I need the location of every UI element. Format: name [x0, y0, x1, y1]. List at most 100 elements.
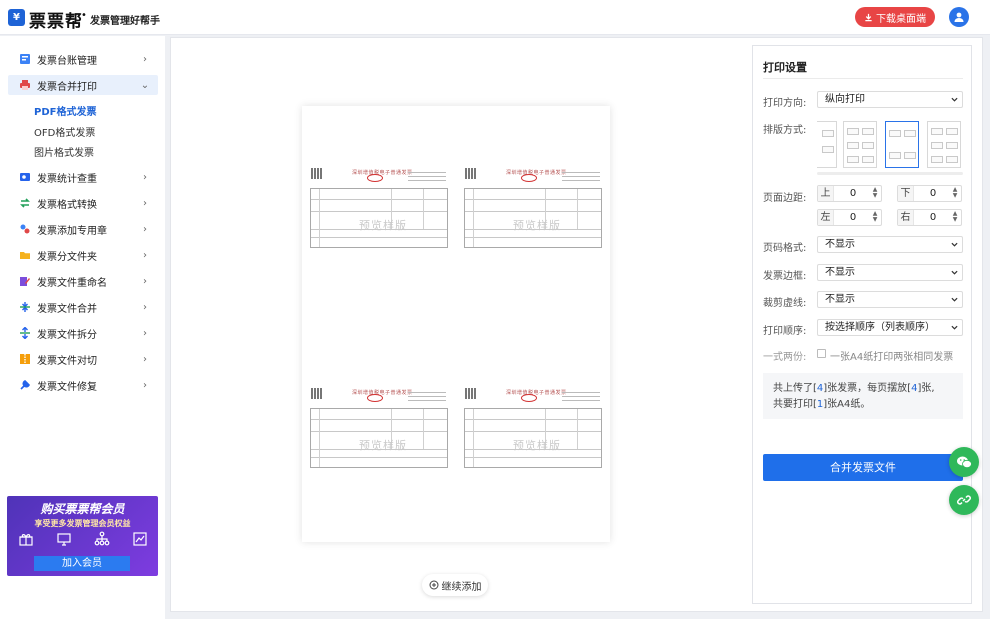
stepper-icon[interactable]: ▲ ▼: [871, 211, 879, 224]
ledger-icon: [18, 53, 31, 66]
orientation-select[interactable]: 纵向打印: [817, 91, 963, 108]
sidebar-item-file-split[interactable]: 发票文件拆分 ›: [8, 323, 158, 343]
margin-right-value: 0: [929, 212, 937, 223]
chevron-right-icon: ›: [143, 301, 147, 313]
chevron-down-icon: [951, 325, 958, 330]
layout-option-2up[interactable]: [817, 121, 837, 168]
sidebar-item-label: 发票文件修复: [37, 381, 97, 393]
sidebar-item-file-cut[interactable]: 发票文件对切 ›: [8, 349, 158, 369]
invoice-title: 深圳增值税电子普通发票: [352, 170, 413, 176]
sidebar-subitem-image[interactable]: 图片格式发票: [34, 144, 94, 159]
sidebar-item-statistics[interactable]: 发票统计查重 ›: [8, 167, 158, 187]
margin-right-input[interactable]: 右 0 ▲ ▼: [897, 209, 962, 226]
merge-invoice-files-button[interactable]: 合并发票文件: [763, 454, 963, 481]
margin-bottom-input[interactable]: 下 0 ▲ ▼: [897, 185, 962, 202]
margin-top-value: 0: [849, 188, 857, 199]
printer-icon: [18, 79, 31, 92]
sidebar-item-label: 发票文件对切: [37, 355, 97, 367]
invoice-table: 预览样版: [464, 408, 602, 468]
cut-line-value: 不显示: [825, 294, 855, 305]
chevron-right-icon: ›: [143, 197, 147, 209]
continue-add-button[interactable]: 继续添加: [422, 574, 488, 596]
sidebar-item-convert[interactable]: 发票格式转换 ›: [8, 193, 158, 213]
margin-top-input[interactable]: 上 0 ▲ ▼: [817, 185, 882, 202]
layout-scrollbar[interactable]: [817, 172, 963, 175]
stepper-icon[interactable]: ▲ ▼: [871, 187, 879, 200]
layout-option-4up[interactable]: [885, 121, 919, 168]
layout-options: [817, 119, 963, 171]
plus-circle-icon: [429, 580, 438, 590]
layout-option-6up[interactable]: [927, 121, 961, 168]
invoice-meta: [408, 389, 446, 403]
sidebar-subitem-ofd[interactable]: OFD格式发票: [34, 124, 95, 139]
download-desktop-button[interactable]: 下载桌面端: [855, 7, 935, 27]
cut-icon: [18, 353, 31, 366]
share-link-button[interactable]: [949, 485, 979, 515]
sidebar-item-file-repair[interactable]: 发票文件修复 ›: [8, 375, 158, 395]
folder-icon: [18, 249, 31, 262]
sidebar-item-label: 发票文件重命名: [37, 277, 107, 289]
download-icon: [865, 13, 872, 21]
summary-text: 共要打印[: [773, 399, 817, 410]
sidebar-item-folder[interactable]: 发票分文件夹 ›: [8, 245, 158, 265]
wechat-contact-button[interactable]: [949, 447, 979, 477]
page-number-value: 不显示: [825, 239, 855, 250]
print-summary: 共上传了[4]张发票，每页摆放[4]张, 共要打印[1]张A4纸。: [763, 373, 963, 419]
chevron-down-icon: [951, 242, 958, 247]
invoice-preview: 深圳增值税电子普通发票 预览样版: [308, 386, 450, 470]
duplicate-checkbox[interactable]: [817, 349, 826, 358]
sidebar-item-label: 发票文件拆分: [37, 329, 97, 341]
wechat-icon: [956, 456, 972, 468]
sidebar-item-merge-print[interactable]: 发票合并打印 ⌄: [8, 75, 158, 95]
page-number-select[interactable]: 不显示: [817, 236, 963, 253]
invoice-preview: 深圳增值税电子普通发票 预览样版: [462, 166, 604, 250]
duplicate-checkbox-label: 一张A4纸打印两张相同发票: [830, 352, 954, 363]
cut-line-select[interactable]: 不显示: [817, 291, 963, 308]
stepper-icon[interactable]: ▲ ▼: [951, 211, 959, 224]
brand-name: 票票帮: [29, 12, 83, 32]
layout-label: 排版方式:: [763, 125, 807, 136]
orientation-label: 打印方向:: [763, 98, 807, 109]
invoice-title: 深圳增值税电子普通发票: [506, 390, 567, 396]
margin-bottom-label: 下: [898, 186, 914, 201]
stepper-icon[interactable]: ▲ ▼: [951, 187, 959, 200]
preview-watermark: 预览样版: [513, 439, 561, 452]
chevron-right-icon: ›: [143, 249, 147, 261]
gift-icon: [17, 530, 35, 548]
chevron-down-icon: ⌄: [140, 79, 150, 91]
chevron-right-icon: ›: [143, 327, 147, 339]
invoice-border-select[interactable]: 不显示: [817, 264, 963, 281]
summary-text: ]张发票，每页摆放[: [823, 383, 912, 394]
statistics-icon: [18, 171, 31, 184]
chevron-down-icon: [951, 297, 958, 302]
sidebar-item-ledger[interactable]: 发票台账管理 ›: [8, 49, 158, 69]
layout-option-3up[interactable]: [843, 121, 877, 168]
page-number-label: 页码格式:: [763, 243, 807, 254]
link-icon: [957, 495, 971, 505]
print-order-select[interactable]: 按选择顺序（列表顺序）: [817, 319, 963, 336]
sidebar-item-file-merge[interactable]: 发票文件合并 ›: [8, 297, 158, 317]
chevron-right-icon: ›: [143, 379, 147, 391]
promo-title: 购买票票帮会员: [40, 502, 125, 516]
margin-left-input[interactable]: 左 0 ▲ ▼: [817, 209, 882, 226]
margin-right-label: 右: [898, 210, 914, 225]
brand-separator: •: [81, 10, 87, 21]
sidebar-item-stamp[interactable]: 发票添加专用章 ›: [8, 219, 158, 239]
print-settings-panel: 打印设置 打印方向: 纵向打印 排版方式: 页面边距: 上 0 ▲ ▼ 下 0 ▲…: [752, 45, 972, 604]
sidebar-item-rename[interactable]: 发票文件重命名 ›: [8, 271, 158, 291]
brand-slogan: 发票管理好帮手: [90, 16, 160, 27]
sidebar-subitem-pdf[interactable]: PDF格式发票: [34, 103, 96, 118]
preview-watermark: 预览样版: [513, 219, 561, 232]
settings-divider: [763, 78, 963, 79]
orientation-value: 纵向打印: [825, 94, 865, 105]
rename-icon: [18, 275, 31, 288]
settings-title: 打印设置: [763, 61, 807, 74]
join-membership-button[interactable]: 加入会员: [34, 556, 130, 571]
promo-icon-row: [17, 530, 149, 552]
invoice-border-value: 不显示: [825, 267, 855, 278]
print-order-label: 打印顺序:: [763, 326, 807, 337]
membership-promo-banner[interactable]: 购买票票帮会员 享受更多发票管理会员权益 加入会员: [7, 496, 158, 576]
invoice-seal: [367, 174, 383, 182]
summary-line-2: 共要打印[1]张A4纸。: [773, 397, 953, 413]
user-avatar[interactable]: [949, 7, 969, 27]
